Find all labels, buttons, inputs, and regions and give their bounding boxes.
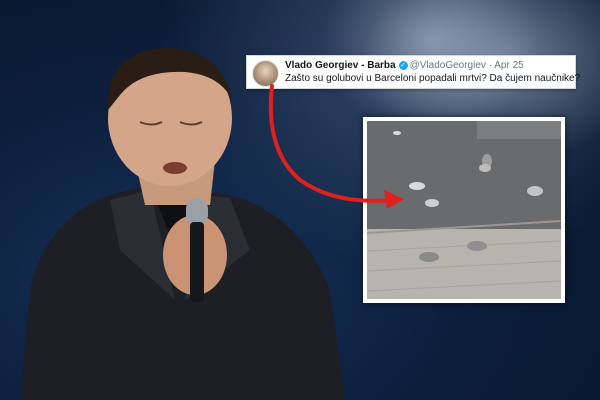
- video-screenshot[interactable]: [363, 117, 565, 303]
- tweet-author-name[interactable]: Vlado Georgiev - Barba: [285, 60, 396, 71]
- tweet-separator: ·: [488, 60, 493, 71]
- tweet-author-handle[interactable]: @VladoGeorgiev: [410, 60, 486, 71]
- background-scene: Vlado Georgiev - Barba ✓ @VladoGeorgiev · …: [0, 0, 600, 400]
- tweet-text: Zašto su golubovi u Barceloni popadali m…: [285, 73, 581, 84]
- tweet-card[interactable]: Vlado Georgiev - Barba ✓ @VladoGeorgiev · …: [246, 55, 580, 89]
- tweet-date[interactable]: Apr 25: [494, 60, 523, 71]
- avatar[interactable]: [252, 60, 279, 87]
- tweet-header: Vlado Georgiev - Barba ✓ @VladoGeorgiev · …: [285, 60, 524, 71]
- verified-badge-icon: ✓: [398, 60, 408, 70]
- pigeons-video-frame: [367, 121, 561, 299]
